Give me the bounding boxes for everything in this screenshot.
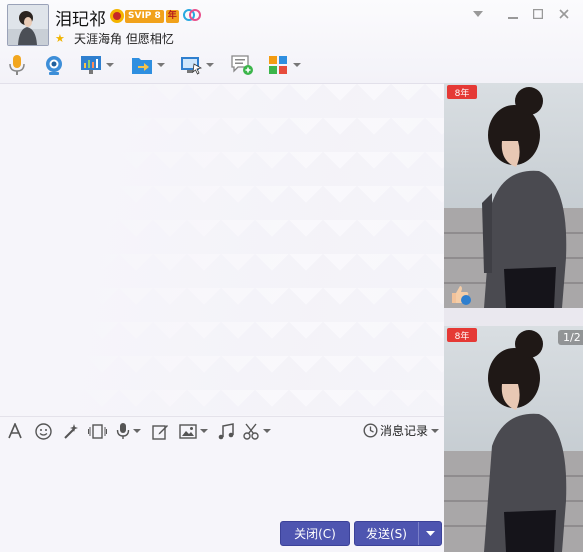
magic-expression-button[interactable]: [62, 422, 79, 440]
vip-year-badge-icon: 8年: [447, 85, 477, 99]
chevron-down-icon[interactable]: [200, 429, 208, 433]
send-image-button[interactable]: [179, 422, 208, 440]
vip-year-label: 年: [165, 9, 179, 23]
emoji-button[interactable]: [35, 422, 52, 440]
dropdown-menu-icon[interactable]: [468, 6, 488, 22]
apps-button[interactable]: [267, 52, 301, 78]
chevron-down-icon[interactable]: [206, 63, 214, 67]
maximize-icon[interactable]: [528, 6, 548, 22]
file-transfer-button[interactable]: [131, 52, 165, 78]
chevron-down-icon[interactable]: [431, 428, 440, 433]
microphone-icon: [116, 423, 130, 439]
screen-capture-button[interactable]: [243, 422, 271, 440]
message-add-icon: [231, 54, 253, 76]
svg-text:8年: 8年: [455, 330, 470, 342]
send-options-dropdown[interactable]: [418, 522, 441, 545]
group-chat-button[interactable]: [231, 52, 253, 78]
screenshot-button[interactable]: [152, 422, 169, 440]
star-icon: ★: [55, 32, 65, 45]
shake-window-button[interactable]: [88, 422, 107, 440]
chevron-down-icon[interactable]: [157, 63, 165, 67]
clock-icon: [363, 423, 378, 438]
remote-desktop-button[interactable]: [180, 52, 214, 78]
svg-text:8年: 8年: [455, 87, 470, 99]
message-area-background: [0, 84, 444, 415]
close-button[interactable]: 关闭(C): [280, 521, 350, 546]
contact-name[interactable]: 泪玘祁: [55, 5, 106, 30]
like-thumb-icon[interactable]: [449, 283, 471, 305]
chevron-down-icon[interactable]: [263, 429, 271, 433]
contact-avatar[interactable]: [7, 4, 49, 46]
chat-header: 泪玘祁 SVIP 8 年 ★ 天涯海角 但愿相忆: [0, 0, 583, 84]
chevron-down-icon[interactable]: [293, 63, 301, 67]
close-icon[interactable]: [554, 6, 574, 22]
photo-page-indicator: 1/2: [558, 330, 583, 345]
contact-signature: 天涯海角 但愿相忆: [74, 32, 174, 46]
message-history-button[interactable]: 消息记录: [363, 422, 440, 439]
edit-note-icon: [152, 424, 168, 440]
svip-badge[interactable]: SVIP 8 年: [110, 9, 179, 23]
presentation-icon: [80, 54, 102, 76]
folder-transfer-icon: [131, 54, 153, 76]
qq-link-icon[interactable]: [183, 8, 201, 22]
magic-wand-icon: [64, 423, 78, 439]
shake-icon: [88, 423, 107, 439]
scissors-icon: [243, 423, 259, 440]
voice-message-button[interactable]: [116, 422, 141, 440]
chevron-down-icon: [425, 531, 435, 536]
monitor-cursor-icon: [180, 54, 202, 76]
vip-year-badge-icon: 8年: [447, 328, 477, 342]
close-button-label: 关闭(C): [294, 527, 336, 541]
microphone-icon: [6, 54, 28, 76]
music-button[interactable]: [218, 422, 234, 440]
font-icon: [8, 423, 22, 439]
video-call-button[interactable]: [43, 52, 65, 78]
chevron-down-icon[interactable]: [106, 63, 114, 67]
apps-grid-icon: [267, 54, 289, 76]
send-button[interactable]: 发送(S): [354, 521, 442, 546]
contact-show-panel: 8年 8年 1/2: [444, 83, 583, 552]
font-button[interactable]: [7, 422, 23, 440]
message-history-label: 消息记录: [380, 424, 429, 438]
music-note-icon: [218, 422, 234, 439]
chat-toolbar: [0, 50, 445, 80]
minimize-icon[interactable]: [503, 6, 523, 22]
vip-level-label: SVIP 8: [125, 9, 164, 23]
screen-share-button[interactable]: [80, 52, 114, 78]
contact-photo-2[interactable]: 8年: [444, 326, 583, 552]
webcam-icon: [43, 54, 65, 76]
vip-crown-icon: [110, 9, 124, 23]
smiley-icon: [35, 422, 52, 440]
input-toolbar: 消息记录: [0, 416, 444, 445]
chevron-down-icon[interactable]: [133, 429, 141, 433]
send-button-label: 发送(S): [366, 527, 407, 541]
image-icon: [179, 423, 197, 439]
voice-call-button[interactable]: [6, 52, 28, 78]
contact-photo[interactable]: 8年: [444, 83, 583, 308]
